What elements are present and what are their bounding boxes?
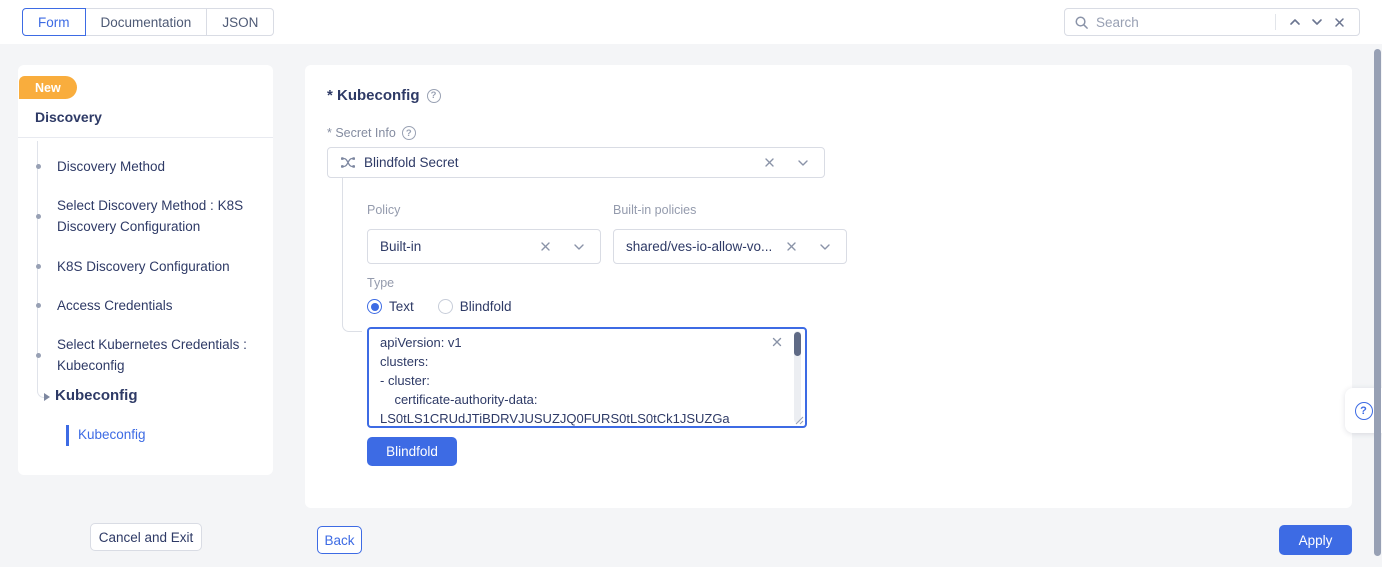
tab-form[interactable]: Form: [22, 8, 86, 36]
clear-icon[interactable]: [758, 152, 780, 174]
stepper-line: [37, 141, 46, 398]
new-badge: New: [19, 76, 77, 99]
radio-option-blindfold-label: Blindfold: [459, 299, 512, 314]
tab-json[interactable]: JSON: [206, 8, 275, 36]
nested-field-connector: [342, 178, 362, 332]
info-icon[interactable]: ?: [426, 88, 441, 103]
policy-select-value: Built-in: [380, 239, 422, 254]
kubeconfig-textarea[interactable]: apiVersion: v1 clusters: - cluster: cert…: [367, 327, 807, 428]
sidebar-item-kubeconfig[interactable]: Kubeconfig: [55, 387, 138, 404]
form-title: * Kubeconfig ?: [327, 87, 441, 104]
radio-option-blindfold[interactable]: Blindfold: [437, 299, 512, 314]
sidebar-item-discovery-method[interactable]: Discovery Method: [36, 156, 255, 177]
type-radio-group: Text Blindfold: [367, 299, 512, 314]
search-divider: [1275, 14, 1276, 30]
expand-arrow-icon: [44, 393, 50, 401]
builtin-policies-label: Built-in policies: [613, 203, 697, 217]
radio-unselected-icon: [437, 299, 453, 314]
search-box: [1064, 8, 1360, 36]
blindfold-button[interactable]: Blindfold: [367, 437, 457, 466]
stepper-sidebar: New Discovery Discovery Method Select Di…: [18, 65, 273, 475]
chevron-down-icon[interactable]: [792, 152, 814, 174]
tab-documentation[interactable]: Documentation: [84, 8, 208, 36]
chevron-down-icon[interactable]: [814, 236, 836, 258]
apply-button[interactable]: Apply: [1279, 525, 1352, 555]
sidebar-item-select-discovery-method[interactable]: Select Discovery Method : K8S Discovery …: [36, 195, 255, 237]
radio-option-text-label: Text: [389, 299, 414, 314]
radio-selected-icon: [367, 299, 382, 314]
cancel-and-exit-button[interactable]: Cancel and Exit: [90, 523, 202, 551]
view-tabs: Form Documentation JSON: [22, 8, 275, 36]
builtin-policies-select[interactable]: shared/ves-io-allow-vo...: [613, 229, 847, 264]
chevron-down-icon[interactable]: [568, 236, 590, 258]
secret-info-label-text: * Secret Info: [327, 126, 396, 140]
search-icon: [1074, 15, 1089, 30]
info-icon[interactable]: ?: [401, 126, 416, 140]
back-button[interactable]: Back: [317, 526, 362, 554]
secret-info-select[interactable]: Blindfold Secret: [327, 147, 825, 178]
form-title-text: * Kubeconfig: [327, 87, 420, 104]
textarea-scrollbar-thumb[interactable]: [794, 332, 801, 356]
builtin-policies-select-value: shared/ves-io-allow-vo...: [626, 239, 773, 254]
sidebar-item-k8s-discovery-configuration[interactable]: K8S Discovery Configuration: [36, 256, 255, 277]
radio-option-text[interactable]: Text: [367, 299, 414, 314]
secret-info-label: * Secret Info ?: [327, 126, 416, 140]
active-item-indicator: [66, 425, 69, 446]
sidebar-item-select-kubernetes-credentials[interactable]: Select Kubernetes Credentials : Kubeconf…: [36, 334, 255, 376]
top-bar: Form Documentation JSON: [0, 0, 1382, 44]
kubeconfig-textarea-wrap: apiVersion: v1 clusters: - cluster: cert…: [367, 327, 807, 428]
page-scrollbar-thumb[interactable]: [1374, 49, 1381, 556]
search-input[interactable]: [1096, 14, 1271, 30]
sidebar-subitem-kubeconfig[interactable]: Kubeconfig: [78, 427, 146, 442]
clear-icon[interactable]: [780, 236, 802, 258]
help-icon[interactable]: ?: [1354, 401, 1373, 420]
form-panel: * Kubeconfig ? * Secret Info ? Blindfold…: [305, 65, 1352, 508]
policy-select[interactable]: Built-in: [367, 229, 601, 264]
find-previous-button[interactable]: [1284, 11, 1306, 33]
textarea-clear-icon[interactable]: [771, 335, 783, 353]
search-close-icon[interactable]: [1328, 11, 1350, 33]
clear-icon[interactable]: [534, 236, 556, 258]
secret-info-select-value: Blindfold Secret: [364, 155, 459, 170]
secret-shuffle-icon: [340, 155, 356, 170]
sidebar-item-access-credentials[interactable]: Access Credentials: [36, 295, 255, 316]
type-label: Type: [367, 276, 395, 290]
policy-label: Policy: [367, 203, 401, 217]
textarea-resize-handle[interactable]: [794, 415, 804, 425]
sidebar-section-title: Discovery: [35, 109, 102, 125]
sidebar-divider: [18, 137, 273, 138]
find-next-button[interactable]: [1306, 11, 1328, 33]
